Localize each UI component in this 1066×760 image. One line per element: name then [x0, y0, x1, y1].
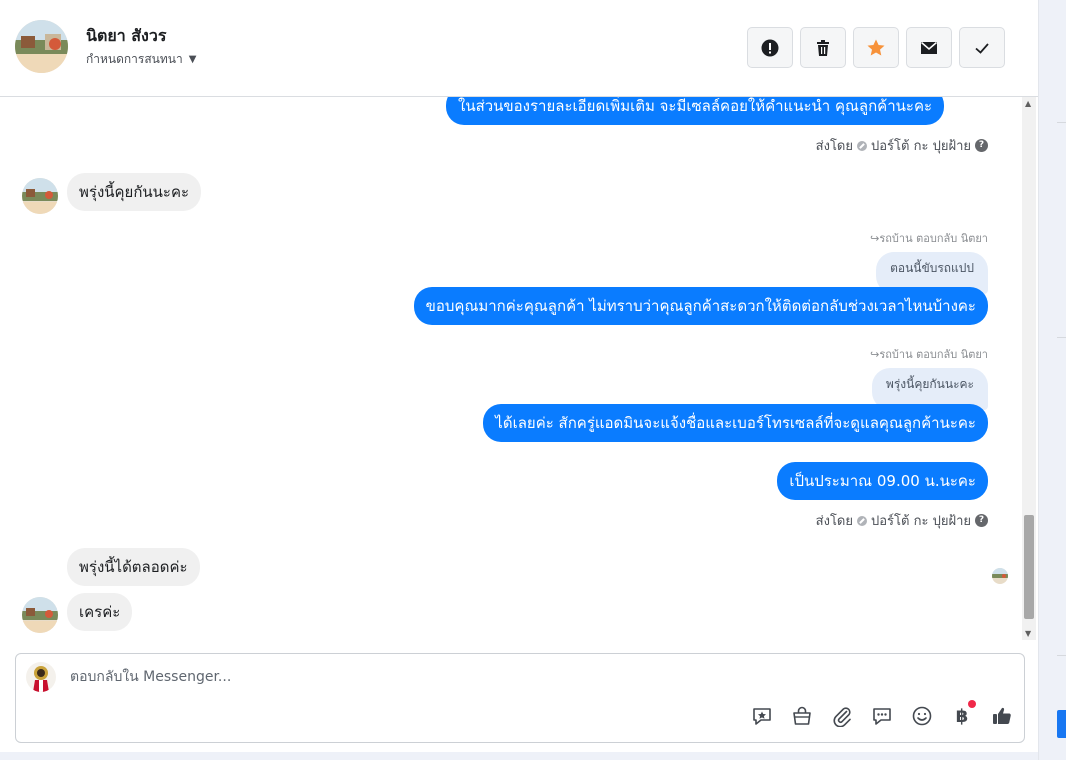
sent-by-info: ส่งโดย ปอร์โต้ กะ ปุยฝ้าย ?: [816, 510, 988, 531]
message-text: ในส่วนของรายละเอียดเพิ่มเติม จะมีเซลล์คอ…: [458, 97, 933, 115]
reply-arrow-icon: ↪: [870, 348, 880, 361]
star-button[interactable]: [853, 27, 899, 68]
outgoing-message[interactable]: ได้เลยค่ะ สักครู่แอดมินจะแจ้งชื่อและเบอร…: [483, 404, 988, 442]
emoji-icon: [912, 706, 932, 726]
mark-unread-button[interactable]: [906, 27, 952, 68]
bottom-edge: [0, 752, 1038, 760]
quoted-text: ตอนนี้ขับรถแปป: [890, 261, 974, 275]
side-tab[interactable]: [1057, 710, 1066, 738]
saved-reply-icon: [753, 708, 771, 725]
message-text: ได้เลยค่ะ สักครู่แอดมินจะแจ้งชื่อและเบอร…: [495, 414, 976, 432]
scrollbar-thumb[interactable]: [1024, 515, 1034, 619]
incoming-message[interactable]: พรุ่งนี้ได้ตลอดค่ะ: [67, 548, 200, 586]
scroll-down-arrow-icon[interactable]: ▼: [1025, 629, 1031, 638]
right-panel-edge: [1038, 0, 1066, 760]
attach-button[interactable]: [830, 704, 854, 728]
quick-reply-button[interactable]: [870, 704, 894, 728]
contact-avatar[interactable]: [15, 20, 68, 73]
messenger-conversation-page: นิตยา สังวร กำหนดการสนทนา ▼ ในส่วนของราย…: [0, 0, 1066, 760]
sender-name: ปอร์โต้ กะ ปุยฝ้าย: [871, 139, 971, 154]
like-button[interactable]: [990, 704, 1014, 728]
done-button[interactable]: [959, 27, 1005, 68]
sent-by-info: ส่งโดย ปอร์โต้ กะ ปุยฝ้าย ?: [816, 135, 988, 156]
payment-button[interactable]: ฿: [950, 700, 976, 728]
reply-info: ↪รถบ้าน ตอบกลับ นิตยา: [870, 345, 988, 363]
checkmark-icon: [975, 42, 989, 54]
reply-info-text: รถบ้าน ตอบกลับ นิตยา: [879, 348, 988, 361]
message-list: ในส่วนของรายละเอียดเพิ่มเติม จะมีเซลล์คอ…: [0, 97, 1022, 640]
spam-button[interactable]: [747, 27, 793, 68]
message-text: เป็นประมาณ 09.00 น.นะคะ: [789, 472, 976, 490]
verified-icon: [857, 140, 867, 151]
sent-by-label: ส่งโดย: [815, 514, 853, 529]
message-scrollbar[interactable]: ▲ ▼: [1022, 97, 1036, 640]
baht-icon: ฿: [955, 705, 969, 727]
conversation-status-dropdown[interactable]: กำหนดการสนทนา ▼: [86, 50, 196, 69]
incoming-message[interactable]: เครค่ะ: [67, 593, 133, 631]
caret-down-icon: ▼: [188, 54, 197, 65]
chat-bubble-icon: [873, 708, 891, 725]
exclamation-icon: [761, 39, 779, 56]
shop-icon: [793, 706, 811, 725]
message-text: เครค่ะ: [79, 603, 121, 621]
conversation-header: นิตยา สังวร กำหนดการสนทนา ▼: [0, 0, 1038, 97]
help-icon[interactable]: ?: [975, 139, 988, 152]
contact-avatar[interactable]: [22, 178, 58, 214]
emoji-button[interactable]: [910, 704, 934, 728]
outgoing-message[interactable]: ในส่วนของรายละเอียดเพิ่มเติม จะมีเซลล์คอ…: [446, 97, 945, 125]
trash-icon: [817, 39, 829, 56]
delete-button[interactable]: [800, 27, 846, 68]
help-icon[interactable]: ?: [975, 514, 988, 527]
verified-icon: [857, 515, 867, 526]
conversation-status-label: กำหนดการสนทนา: [86, 52, 183, 66]
scroll-up-arrow-icon[interactable]: ▲: [1025, 99, 1031, 108]
contact-avatar[interactable]: [22, 597, 58, 633]
message-text: ขอบคุณมากค่ะคุณลูกค้า ไม่ทราบว่าคุณลูกค้…: [425, 297, 976, 315]
sender-name: ปอร์โต้ กะ ปุยฝ้าย: [871, 514, 971, 529]
message-input[interactable]: [70, 664, 970, 690]
notification-dot: [968, 700, 976, 708]
reply-arrow-icon: ↪: [870, 232, 880, 245]
envelope-icon: [921, 41, 937, 54]
star-icon: [867, 39, 885, 55]
saved-reply-button[interactable]: [750, 704, 774, 728]
outgoing-message[interactable]: ขอบคุณมากค่ะคุณลูกค้า ไม่ทราบว่าคุณลูกค้…: [413, 287, 988, 325]
outgoing-message[interactable]: เป็นประมาณ 09.00 น.นะคะ: [777, 462, 988, 500]
attachment-icon: [833, 707, 851, 727]
message-text: พรุ่งนี้ได้ตลอดค่ะ: [79, 558, 188, 576]
header-actions: [747, 27, 1005, 68]
reply-composer: ฿: [15, 653, 1025, 743]
incoming-message[interactable]: พรุ่งนี้คุยกันนะคะ: [67, 173, 202, 211]
quoted-text: พรุ่งนี้คุยกันนะคะ: [885, 377, 974, 391]
composer-toolbar: ฿: [750, 700, 1014, 728]
reply-info: ↪รถบ้าน ตอบกลับ นิตยา: [870, 229, 988, 247]
seen-indicator-avatar: [992, 568, 1008, 584]
reply-info-text: รถบ้าน ตอบกลับ นิตยา: [879, 232, 988, 245]
thumbs-up-icon: [993, 707, 1011, 724]
contact-name[interactable]: นิตยา สังวร: [86, 24, 166, 49]
shop-button[interactable]: [790, 704, 814, 728]
sent-by-label: ส่งโดย: [815, 139, 853, 154]
page-avatar: [26, 662, 56, 692]
message-text: พรุ่งนี้คุยกันนะคะ: [79, 183, 190, 201]
